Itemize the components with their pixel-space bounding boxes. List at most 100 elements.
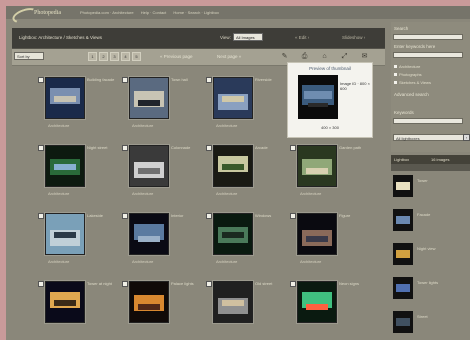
advanced-search-link[interactable]: Advanced search [394, 92, 429, 97]
thumbnail-picture [130, 78, 168, 118]
keyword-input[interactable] [393, 52, 463, 58]
thumbnail-image[interactable] [297, 281, 337, 323]
lightbox-item[interactable]: Facade [391, 206, 470, 242]
mail-icon[interactable]: ✉ [360, 52, 369, 61]
page-button[interactable]: 5 [132, 52, 141, 61]
thumbnail-category: Architecture [216, 191, 238, 196]
popup-size: 400 × 300 [321, 125, 339, 130]
thumbnail-image[interactable] [45, 281, 85, 323]
lightbox-caption: Night view [417, 246, 436, 251]
logo[interactable]: Photopedia [10, 6, 70, 26]
checkbox-icon[interactable] [394, 81, 397, 85]
sort-select[interactable]: Sort by [14, 52, 44, 60]
thumbnail-image[interactable] [45, 213, 85, 255]
lightbox-item[interactable]: Tower lights [391, 274, 470, 310]
filter-checkbox[interactable]: Photographs [394, 72, 422, 77]
thumbnail-cell[interactable]: Interior Architecture [122, 208, 208, 276]
search-input[interactable] [393, 34, 463, 40]
lightbox-picture [393, 311, 413, 333]
thumbnail-cell[interactable]: Town hall Architecture [122, 72, 208, 140]
edit-button[interactable]: « Edit › [295, 35, 309, 40]
popup-caption: Image ID · 800 × 600 [340, 81, 370, 91]
select-checkbox[interactable] [38, 281, 44, 287]
thumbnail-image[interactable] [213, 213, 253, 255]
thumbnail-picture [214, 146, 252, 186]
lightbox-thumbnail[interactable] [393, 311, 413, 333]
thumbnail-cell[interactable]: Old street [206, 276, 292, 340]
sidebar: Search Enter keywords here Architecture … [391, 22, 470, 340]
thumbnail-image[interactable] [129, 145, 169, 187]
thumbnail-image[interactable] [297, 145, 337, 187]
top-nav-link[interactable]: Home · Search · Lightbox [173, 10, 219, 15]
edit-icon[interactable]: ✎ [280, 52, 289, 61]
go-button[interactable]: › [463, 134, 470, 141]
top-nav: Photopedia.com · Architecture Help · Con… [80, 10, 225, 15]
select-checkbox[interactable] [290, 213, 296, 219]
thumbnail-cell[interactable]: Building facade Architecture [38, 72, 124, 140]
select-checkbox[interactable] [122, 77, 128, 83]
expand-icon[interactable]: ⤢ [340, 52, 349, 61]
thumbnail-cell[interactable]: Colonnade Architecture [122, 140, 208, 208]
lightbox-item[interactable]: Tower [391, 172, 470, 208]
top-nav-link[interactable]: Photopedia.com · Architecture [80, 10, 134, 15]
print-icon[interactable]: ⎙ [300, 52, 309, 61]
lightbox-select[interactable]: All lightboxes [393, 134, 465, 141]
lightbox-thumbnail[interactable] [393, 175, 413, 197]
select-checkbox[interactable] [290, 145, 296, 151]
lightbox-thumbnail[interactable] [393, 277, 413, 299]
checkbox-icon[interactable] [394, 65, 397, 69]
view-select[interactable]: All Images [233, 33, 263, 41]
select-checkbox[interactable] [206, 281, 212, 287]
select-checkbox[interactable] [206, 77, 212, 83]
thumbnail-category: Architecture [132, 259, 154, 264]
thumbnail-cell[interactable]: Lakeside Architecture [38, 208, 124, 276]
thumbnail-image[interactable] [45, 145, 85, 187]
select-checkbox[interactable] [38, 213, 44, 219]
thumbnail-image[interactable] [213, 77, 253, 119]
keywords-input[interactable] [393, 118, 463, 124]
select-checkbox[interactable] [290, 281, 296, 287]
page-button[interactable]: 1 [88, 52, 97, 61]
thumbnail-cell[interactable]: Night street Architecture [38, 140, 124, 208]
thumbnail-image[interactable] [129, 213, 169, 255]
thumbnail-cell[interactable]: Tower at night [38, 276, 124, 340]
thumbnail-image[interactable] [213, 281, 253, 323]
select-checkbox[interactable] [122, 213, 128, 219]
thumbnail-picture [130, 214, 168, 254]
filter-checkbox[interactable]: Architecture [394, 64, 420, 69]
select-checkbox[interactable] [206, 213, 212, 219]
page-button[interactable]: 2 [99, 52, 108, 61]
select-checkbox[interactable] [38, 77, 44, 83]
select-checkbox[interactable] [122, 281, 128, 287]
select-checkbox[interactable] [122, 145, 128, 151]
thumbnail-cell[interactable]: Riverside Architecture [206, 72, 292, 140]
lightbox-thumbnail[interactable] [393, 209, 413, 231]
thumbnail-caption: Figure [339, 213, 351, 218]
select-checkbox[interactable] [38, 145, 44, 151]
thumbnail-image[interactable] [213, 145, 253, 187]
thumbnail-cell[interactable]: Figure Architecture [290, 208, 376, 276]
thumbnail-image[interactable] [297, 213, 337, 255]
filter-checkbox[interactable]: Sketches & Views [394, 80, 431, 85]
page-button[interactable]: 4 [121, 52, 130, 61]
next-page-link[interactable]: Next page » [217, 54, 241, 59]
previous-page-link[interactable]: « Previous page [160, 54, 193, 59]
top-nav-link[interactable]: Help · Contact [141, 10, 167, 15]
search-panel: Search Enter keywords here Architecture … [391, 22, 470, 152]
select-checkbox[interactable] [206, 145, 212, 151]
thumbnail-cell[interactable]: Windows Architecture [206, 208, 292, 276]
lightbox-item[interactable]: Night view [391, 240, 470, 276]
slideshow-button[interactable]: Slideshow › [342, 35, 365, 40]
thumbnail-cell[interactable]: Neon signs [290, 276, 376, 340]
thumbnail-cell[interactable]: Arcade Architecture [206, 140, 292, 208]
page-button[interactable]: 3 [110, 52, 119, 61]
thumbnail-cell[interactable]: Garden path Architecture [290, 140, 376, 208]
thumbnail-image[interactable] [45, 77, 85, 119]
checkbox-icon[interactable] [394, 73, 397, 77]
home-icon[interactable]: ⌂ [320, 52, 329, 61]
lightbox-thumbnail[interactable] [393, 243, 413, 265]
lightbox-item[interactable]: Street [391, 308, 470, 340]
thumbnail-cell[interactable]: Palace lights [122, 276, 208, 340]
thumbnail-image[interactable] [129, 77, 169, 119]
thumbnail-image[interactable] [129, 281, 169, 323]
